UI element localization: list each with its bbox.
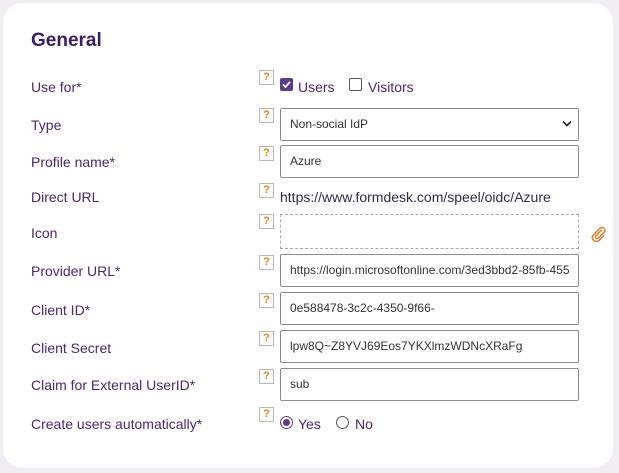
users-checkbox[interactable] bbox=[280, 78, 293, 91]
help-icon-use-for[interactable]: ? bbox=[259, 70, 274, 85]
no-radio[interactable] bbox=[336, 416, 349, 429]
no-radio-label[interactable]: No bbox=[355, 416, 373, 432]
chevron-down-icon bbox=[562, 120, 572, 127]
use-for-label: Use for* bbox=[31, 79, 82, 95]
client-secret-label: Client Secret bbox=[31, 340, 112, 356]
section-title: General bbox=[31, 30, 102, 51]
client-id-input[interactable]: 0e588478-3c2c-4350-9f66- bbox=[280, 292, 579, 325]
yes-radio-label[interactable]: Yes bbox=[298, 416, 321, 432]
check-icon bbox=[282, 81, 291, 89]
paperclip-icon[interactable] bbox=[590, 224, 606, 242]
type-label: Type bbox=[31, 117, 62, 133]
help-icon-claim[interactable]: ? bbox=[259, 369, 274, 384]
provider-url-label: Provider URL* bbox=[31, 263, 121, 279]
help-icon-create-users[interactable]: ? bbox=[259, 407, 274, 422]
help-icon-profile-name[interactable]: ? bbox=[259, 146, 274, 161]
provider-url-input[interactable]: https://login.microsoftonline.com/3ed3bb… bbox=[280, 254, 579, 287]
client-id-label: Client ID* bbox=[31, 302, 91, 318]
client-secret-input[interactable]: lpw8Q~Z8YVJ69Eos7YKXlmzWDNcXRaFg bbox=[280, 330, 579, 363]
help-icon-direct-url[interactable]: ? bbox=[259, 183, 274, 198]
yes-radio[interactable] bbox=[280, 416, 293, 429]
icon-label: Icon bbox=[31, 225, 58, 241]
help-icon-client-secret[interactable]: ? bbox=[259, 331, 274, 346]
direct-url-label: Direct URL bbox=[31, 189, 100, 205]
visitors-checkbox-label[interactable]: Visitors bbox=[368, 79, 414, 95]
general-panel: General Use for* ? Users Visitors Type ?… bbox=[3, 3, 613, 468]
create-users-label: Create users automatically* bbox=[31, 416, 203, 432]
help-icon-provider-url[interactable]: ? bbox=[259, 255, 274, 270]
help-icon-icon[interactable]: ? bbox=[259, 214, 274, 229]
visitors-checkbox[interactable] bbox=[349, 78, 362, 91]
help-icon-type[interactable]: ? bbox=[259, 108, 274, 123]
help-icon-client-id[interactable]: ? bbox=[259, 293, 274, 308]
icon-upload-area[interactable] bbox=[280, 214, 579, 249]
claim-label: Claim for External UserID* bbox=[31, 377, 196, 393]
direct-url-value: https://www.formdesk.com/speel/oidc/Azur… bbox=[280, 189, 551, 205]
type-select-value: Non-social IdP bbox=[290, 117, 369, 131]
users-checkbox-label[interactable]: Users bbox=[298, 79, 335, 95]
profile-name-input[interactable]: Azure bbox=[280, 145, 579, 178]
claim-input[interactable]: sub bbox=[280, 368, 579, 401]
profile-name-label: Profile name* bbox=[31, 154, 116, 170]
type-select[interactable]: Non-social IdP bbox=[280, 108, 579, 141]
